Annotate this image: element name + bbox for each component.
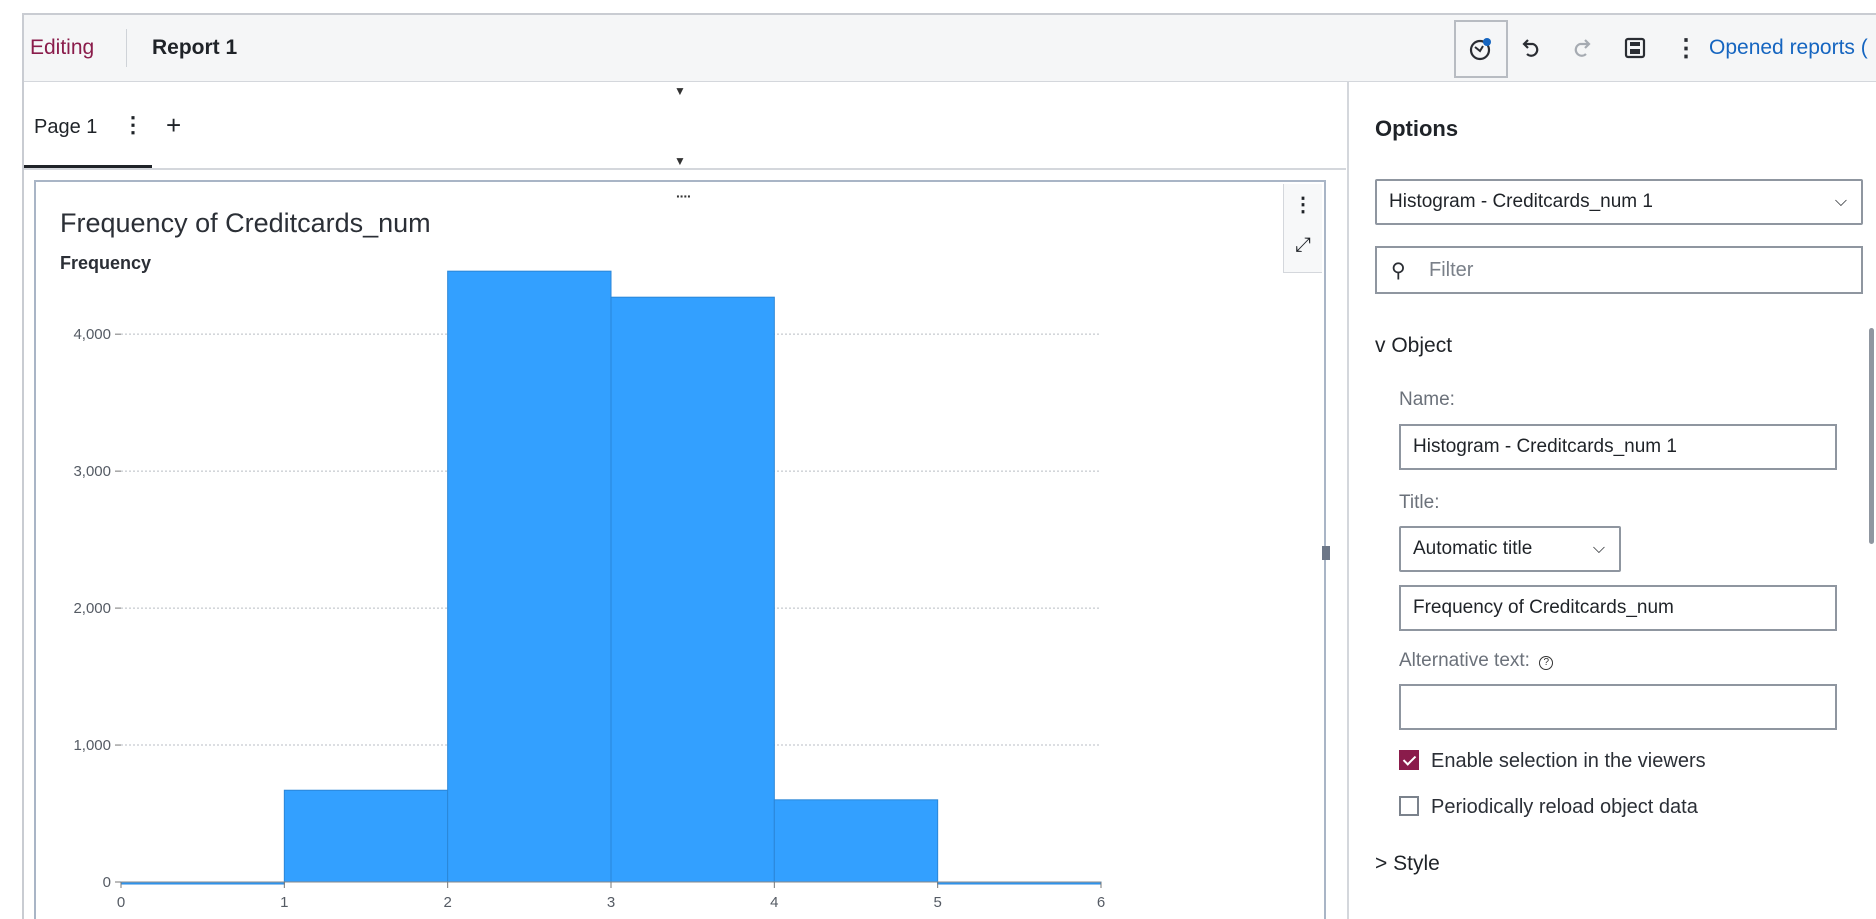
opened-reports-link[interactable]: Opened reports (	[1709, 15, 1868, 81]
periodic-reload-row[interactable]: Periodically reload object data	[1399, 796, 1698, 819]
name-label: Name:	[1399, 389, 1455, 410]
filter-placeholder: Filter	[1429, 259, 1474, 281]
enable-selection-row[interactable]: Enable selection in the viewers	[1399, 750, 1706, 773]
accessibility-check-icon[interactable]	[1454, 20, 1508, 78]
top-toolbar: Editing Report 1 ⋮ Opened reports (	[24, 15, 1876, 82]
report-title[interactable]: Report 1	[152, 15, 237, 81]
title-mode-value: Automatic title	[1413, 538, 1533, 559]
more-options-icon[interactable]: ⋮	[1666, 28, 1706, 68]
y-axis-label: Frequency	[60, 253, 151, 273]
options-pane: Options Histogram - Creditcards_num 1 ⌵ …	[1347, 82, 1876, 919]
y-tick-label: 2,000	[73, 600, 111, 617]
chevron-right-icon: >	[1375, 852, 1394, 875]
chevron-down-icon: v	[1375, 334, 1392, 357]
histogram-bar	[610, 296, 775, 883]
x-tick-label: 2	[443, 894, 451, 911]
periodic-reload-checkbox[interactable]	[1399, 796, 1419, 816]
chevron-down-icon: ⌵	[1592, 540, 1605, 557]
alt-text-label: Alternative text: ?	[1399, 650, 1554, 672]
y-tick-label: 4,000	[73, 326, 111, 343]
object-select-dropdown[interactable]: Histogram - Creditcards_num 1 ⌵	[1375, 179, 1863, 225]
histogram-chart: Frequency01,0002,0003,0004,0000123456Cre…	[60, 253, 1105, 911]
title-input[interactable]: Frequency of Creditcards_num	[1399, 585, 1837, 631]
x-tick-label: 5	[933, 894, 941, 911]
object-select-value: Histogram - Creditcards_num 1	[1389, 191, 1653, 212]
y-tick-label: 0	[103, 874, 111, 891]
style-section-label: Style	[1393, 852, 1440, 875]
title-mode-dropdown[interactable]: Automatic title ⌵	[1399, 526, 1621, 572]
histogram-bar	[773, 799, 939, 883]
tab-page-1[interactable]: Page 1 ⋮	[24, 82, 152, 168]
title-label: Title:	[1399, 492, 1440, 513]
add-page-icon[interactable]: +	[166, 110, 181, 141]
enable-selection-label: Enable selection in the viewers	[1431, 750, 1706, 772]
y-tick-label: 1,000	[73, 737, 111, 754]
periodic-reload-label: Periodically reload object data	[1431, 796, 1698, 818]
redo-glyph	[1574, 39, 1591, 57]
style-section-header[interactable]: > Style	[1375, 852, 1440, 876]
redo-icon[interactable]	[1562, 28, 1602, 68]
name-input[interactable]: Histogram - Creditcards_num 1	[1399, 424, 1837, 470]
report-editor-window: Editing Report 1 ⋮ Opened reports (▼ Pa…	[22, 13, 1876, 919]
drop-zone-caret-icon: ▼	[674, 154, 686, 168]
undo-glyph	[1522, 39, 1539, 57]
alt-text-label-text: Alternative text:	[1399, 650, 1530, 671]
enable-selection-checkbox[interactable]	[1399, 750, 1419, 770]
x-tick-label: 0	[117, 894, 125, 911]
histogram-bar	[447, 270, 612, 883]
x-tick-label: 4	[770, 894, 778, 911]
tab-page-1-label: Page 1	[34, 116, 98, 138]
filter-input[interactable]: ⚲ Filter	[1375, 246, 1863, 294]
x-tick-label: 1	[280, 894, 288, 911]
options-title: Options	[1375, 116, 1459, 141]
x-tick-label: 3	[607, 894, 615, 911]
drop-zone-caret-icon: ▼	[674, 84, 686, 98]
save-glyph	[1624, 37, 1646, 59]
toolbar-divider	[126, 29, 127, 67]
y-tick-label: 3,000	[73, 463, 111, 480]
page-menu-icon[interactable]: ⋮	[122, 112, 144, 138]
undo-icon[interactable]	[1511, 28, 1551, 68]
help-icon[interactable]: ?	[1539, 656, 1554, 670]
histogram-object[interactable]: ···· Frequency of Creditcards_num ⋮ ⤢ Fr…	[34, 180, 1330, 919]
accessibility-check-glyph	[1469, 38, 1491, 61]
object-section-header[interactable]: v Object	[1375, 334, 1452, 358]
histogram-bar	[283, 789, 449, 883]
page-tabs-bar: ▼ Page 1 ⋮ + ▼	[24, 82, 1346, 170]
object-section-label: Object	[1391, 334, 1453, 357]
search-icon: ⚲	[1391, 260, 1406, 282]
options-scrollbar[interactable]	[1869, 328, 1874, 544]
x-tick-label: 6	[1097, 894, 1105, 911]
resize-handle-right[interactable]	[1322, 546, 1330, 560]
save-icon[interactable]	[1615, 28, 1655, 68]
mode-label[interactable]: Editing	[30, 15, 114, 81]
chevron-down-icon: ⌵	[1834, 193, 1847, 210]
alt-text-input[interactable]	[1399, 684, 1837, 730]
